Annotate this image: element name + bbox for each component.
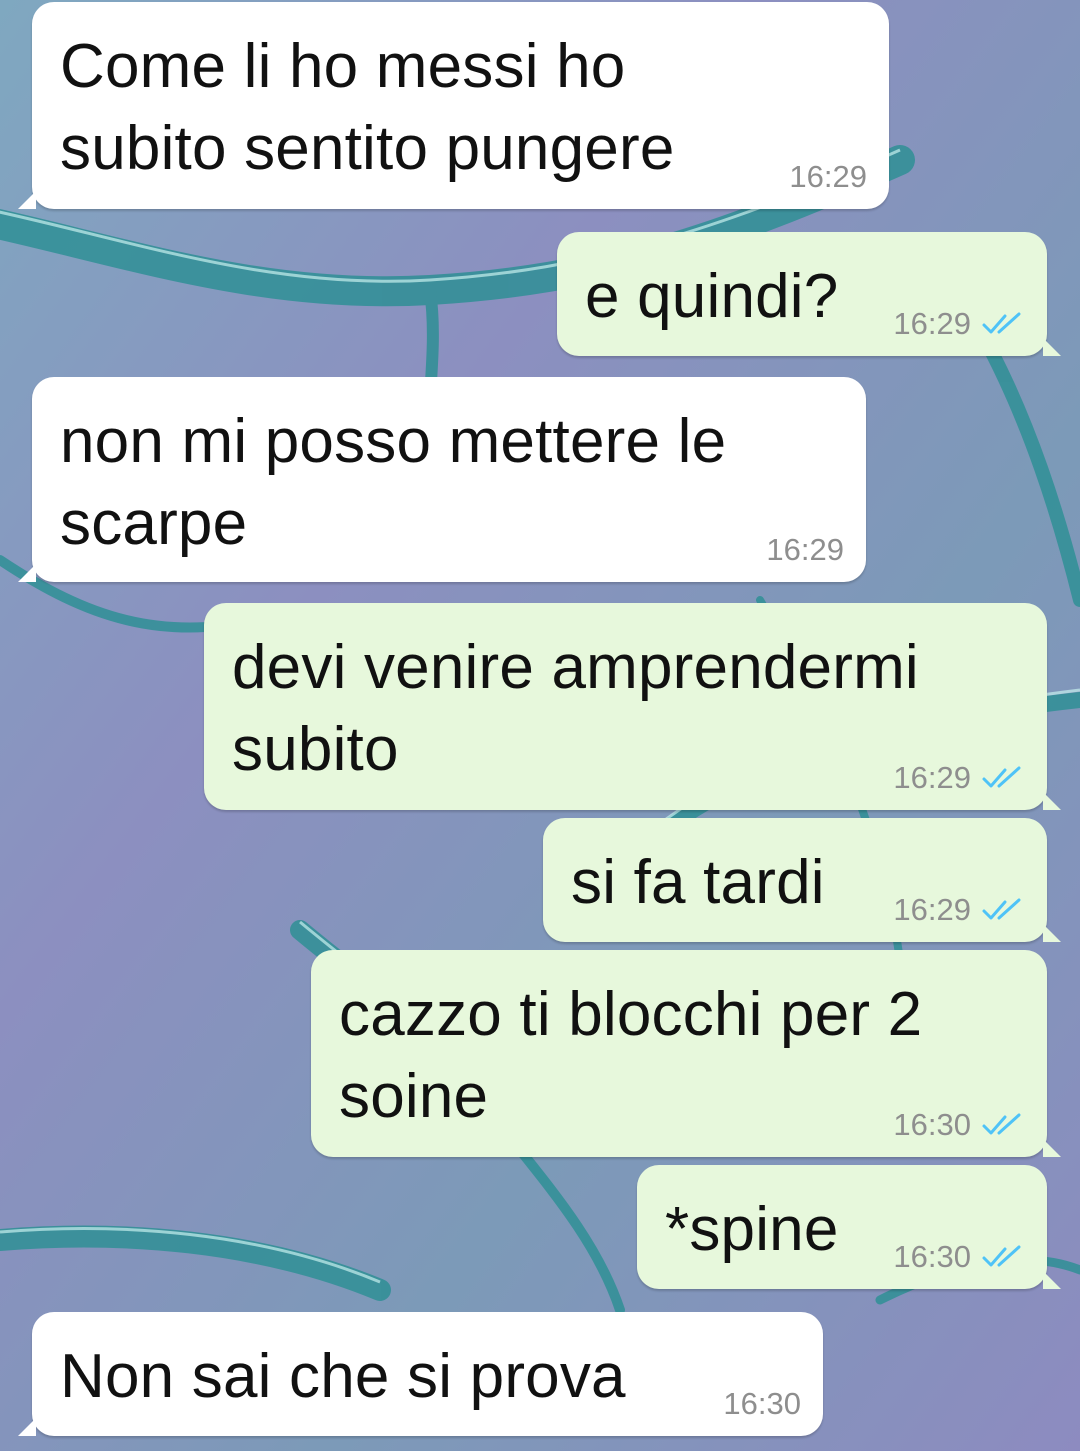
read-double-check-icon [982,766,1021,788]
message-text: Non sai che si prova [60,1342,626,1411]
incoming-message[interactable]: Come li ho messi ho subito sentito punge… [18,2,889,209]
incoming-message[interactable]: non mi posso mettere le scarpe 16:29 [18,377,866,582]
message-meta: 16:29 [893,304,1025,344]
message-text: Come li ho messi ho subito sentito punge… [60,32,675,183]
message-meta: 16:29 [893,890,1025,930]
outgoing-message[interactable]: *spine 16:30 [637,1165,1061,1289]
message-meta: 16:30 [723,1384,801,1424]
message-time: 16:30 [723,1386,801,1421]
message-time: 16:29 [789,159,867,194]
message-time: 16:29 [766,532,844,567]
message-text: *spine [665,1195,839,1264]
message-text: devi venire amprendermi subito [232,633,919,784]
outgoing-message[interactable]: devi venire amprendermi subito 16:29 [204,603,1061,810]
bubble-tail [18,191,36,209]
bubble-tail [18,564,36,582]
message-meta: 16:30 [893,1105,1025,1145]
bubble-tail [1043,792,1061,810]
outgoing-message[interactable]: e quindi? 16:29 [557,232,1061,356]
message-time: 16:29 [893,760,971,795]
message-text: non mi posso mettere le scarpe [60,407,727,558]
message-time: 16:30 [893,1239,971,1274]
incoming-message[interactable]: Non sai che si prova 16:30 [18,1312,823,1436]
message-meta: 16:29 [893,758,1025,798]
bubble-tail [1043,924,1061,942]
outgoing-message[interactable]: si fa tardi 16:29 [543,818,1061,942]
bubble-tail [1043,338,1061,356]
message-text: si fa tardi [571,848,825,917]
read-double-check-icon [982,1245,1021,1267]
message-text: e quindi? [585,262,839,331]
message-time: 16:29 [893,306,971,341]
read-double-check-icon [982,1113,1021,1135]
message-time: 16:30 [893,1107,971,1142]
bubble-tail [18,1418,36,1436]
message-time: 16:29 [893,892,971,927]
message-meta: 16:29 [766,530,844,570]
message-meta: 16:29 [789,157,867,197]
read-double-check-icon [982,898,1021,920]
message-meta: 16:30 [893,1237,1025,1277]
bubble-tail [1043,1139,1061,1157]
message-text: cazzo ti blocchi per 2 soine [339,980,923,1131]
bubble-tail [1043,1271,1061,1289]
read-double-check-icon [982,312,1021,334]
outgoing-message[interactable]: cazzo ti blocchi per 2 soine 16:30 [311,950,1061,1157]
